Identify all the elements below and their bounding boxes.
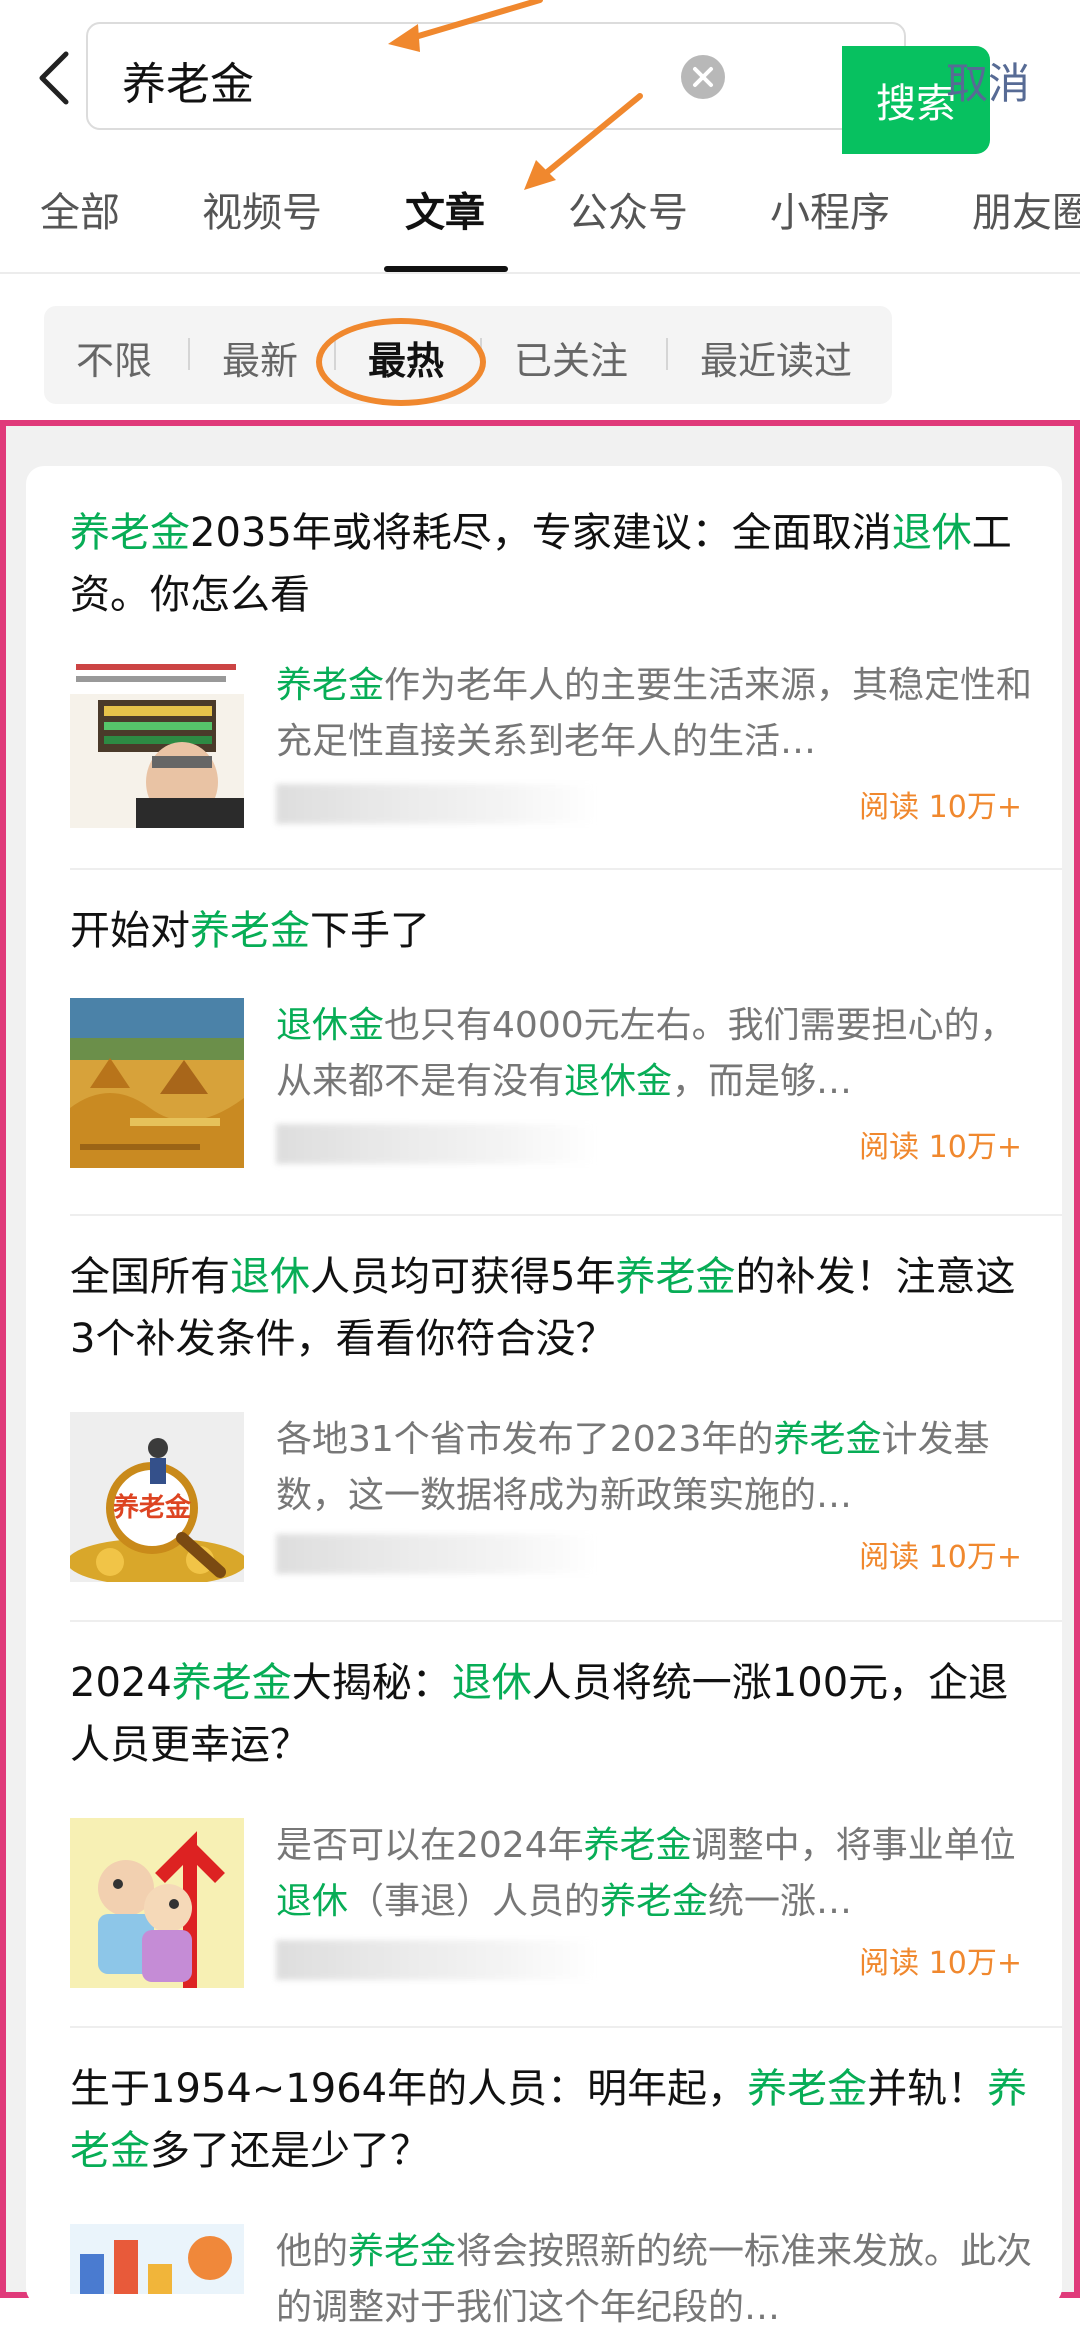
article-source-blurred [276, 1940, 596, 1980]
text-segment: 生于1954~1964年的人员：明年起， [70, 2066, 748, 2112]
text-segment: 大揭秘： [291, 1660, 452, 1706]
keyword-highlight: 退休金 [276, 1005, 385, 1046]
text-segment: 各地31个省市发布了2023年的 [276, 1419, 774, 1460]
text-segment: 调整中，将事业单位 [691, 1825, 1016, 1866]
text-segment: 统一涨… [708, 1881, 853, 1922]
text-segment: 并轨！ [867, 2066, 988, 2112]
search-input[interactable]: 养老金 搜索 [86, 22, 990, 154]
keyword-highlight: 退休金 [564, 1061, 673, 1102]
results-highlight-frame: 养老金2035年或将耗尽，专家建议：全面取消退休工资。你怎么看 养老金作为老年人… [0, 420, 1080, 2328]
active-tab-indicator [384, 266, 508, 272]
article-item[interactable]: 养老金2035年或将耗尽，专家建议：全面取消退休工资。你怎么看 养老金作为老年人… [26, 466, 1062, 870]
text-segment: 下手了 [310, 908, 430, 954]
portrait-news-icon [70, 658, 244, 828]
filter-latest[interactable]: 最新 [222, 330, 298, 385]
magnifier-coins-icon: 养老金 [70, 1412, 244, 1582]
keyword-highlight: 养老金 [348, 2231, 457, 2272]
tab-official-accounts[interactable]: 公众号 [568, 180, 688, 238]
keyword-highlight: 养老金 [615, 1254, 736, 1300]
wheat-painting-icon [70, 998, 244, 1168]
search-header: 养老金 搜索 取消 [0, 0, 1080, 154]
text-segment: 是否可以在2024年 [276, 1825, 584, 1866]
back-arrow-icon [39, 51, 69, 105]
keyword-highlight: 退休 [230, 1254, 310, 1300]
filter-separator [188, 338, 190, 370]
tab-articles[interactable]: 文章 [405, 180, 485, 238]
text-segment: 全国所有 [70, 1254, 230, 1300]
article-item[interactable]: 全国所有退休人员均可获得5年养老金的补发！注意这3个补发条件，看看你符合没？ 养… [26, 1216, 1062, 1622]
tab-channels[interactable]: 视频号 [202, 180, 322, 238]
tab-mini-programs[interactable]: 小程序 [770, 180, 890, 238]
keyword-highlight: 养老金 [747, 2066, 868, 2112]
read-count: 阅读 10万+ [859, 1130, 1022, 1165]
article-summary: 他的养老金将会按照新的统一标准来发放。此次的调整对于我们这个年纪段的… [276, 2224, 1036, 2336]
article-item[interactable]: 2024养老金大揭秘：退休人员将统一涨100元，企退人员更幸运？ 是否可以在20… [26, 1622, 1062, 2028]
keyword-highlight: 养老金 [600, 1881, 709, 1922]
filter-unlimited[interactable]: 不限 [76, 330, 152, 385]
chart-illustration-icon [70, 2224, 244, 2294]
back-button[interactable] [28, 40, 84, 116]
article-title[interactable]: 养老金2035年或将耗尽，专家建议：全面取消退休工资。你怎么看 [70, 502, 1030, 626]
text-segment: 开始对 [70, 908, 190, 954]
search-query-text: 养老金 [122, 59, 254, 110]
read-count: 阅读 10万+ [859, 1946, 1022, 1981]
text-segment: 2024 [70, 1660, 172, 1706]
text-segment: ，而是够… [672, 1061, 853, 1102]
article-title[interactable]: 生于1954~1964年的人员：明年起，养老金并轨！养老金多了还是少了？ [70, 2058, 1030, 2182]
article-results-card: 养老金2035年或将耗尽，专家建议：全面取消退休工资。你怎么看 养老金作为老年人… [26, 466, 1062, 2328]
keyword-highlight: 养老金 [70, 510, 190, 556]
article-source-blurred [276, 1124, 596, 1164]
clear-icon[interactable] [680, 54, 726, 100]
text-segment: 人员均可获得5年 [310, 1254, 616, 1300]
text-segment: 作为老年人的主要生活来源，其稳定性和充足性直接关系到老年人的生活… [276, 665, 1033, 762]
keyword-highlight: 退休 [276, 1881, 349, 1922]
read-count: 阅读 10万+ [859, 790, 1022, 825]
article-source-blurred [276, 784, 596, 824]
filter-followed[interactable]: 已关注 [514, 330, 628, 385]
article-title[interactable]: 全国所有退休人员均可获得5年养老金的补发！注意这3个补发条件，看看你符合没？ [70, 1246, 1030, 1370]
elderly-couple-icon [70, 1818, 244, 1988]
filter-separator [666, 338, 668, 370]
keyword-highlight: 养老金 [190, 908, 310, 954]
filter-recently-read[interactable]: 最近读过 [700, 330, 852, 385]
article-title[interactable]: 2024养老金大揭秘：退休人员将统一涨100元，企退人员更幸运？ [70, 1652, 1030, 1776]
text-segment: 他的 [276, 2231, 349, 2272]
article-source-blurred [276, 1534, 596, 1574]
keyword-highlight: 养老金 [171, 1660, 292, 1706]
text-segment: 2035年或将耗尽，专家建议：全面取消 [190, 510, 892, 556]
article-summary: 养老金作为老年人的主要生活来源，其稳定性和充足性直接关系到老年人的生活… [276, 658, 1036, 770]
keyword-highlight: 退休 [891, 510, 972, 556]
article-summary: 退休金也只有4000元左右。我们需要担心的，从来都不是有没有退休金，而是够… [276, 998, 1036, 1110]
read-count: 阅读 10万+ [859, 1540, 1022, 1575]
thumb-label: 养老金 [112, 1492, 192, 1523]
article-summary: 各地31个省市发布了2023年的养老金计发基数，这一数据将成为新政策实施的… [276, 1412, 1036, 1524]
annotation-circle [316, 318, 486, 406]
text-segment: 多了还是少了？ [150, 2128, 430, 2174]
article-title[interactable]: 开始对养老金下手了 [70, 900, 1030, 962]
tab-moments[interactable]: 朋友圈 [972, 180, 1080, 238]
keyword-highlight: 养老金 [583, 1825, 692, 1866]
article-item[interactable]: 开始对养老金下手了 退休金也只有4000元左右。我们需要担心的，从来都不是有没有… [26, 870, 1062, 1216]
tab-all[interactable]: 全部 [40, 180, 120, 238]
article-item[interactable]: 生于1954~1964年的人员：明年起，养老金并轨！养老金多了还是少了？ 他的养… [26, 2028, 1062, 2328]
keyword-highlight: 养老金 [773, 1419, 882, 1460]
cancel-button[interactable]: 取消 [946, 50, 1030, 111]
article-summary: 是否可以在2024年养老金调整中，将事业单位退休（事退）人员的养老金统一涨… [276, 1818, 1036, 1930]
keyword-highlight: 养老金 [276, 665, 385, 706]
category-tabs: 全部 视频号 文章 公众号 小程序 朋友圈 [0, 150, 1080, 274]
keyword-highlight: 退休 [451, 1660, 532, 1706]
text-segment: （事退）人员的 [348, 1881, 601, 1922]
